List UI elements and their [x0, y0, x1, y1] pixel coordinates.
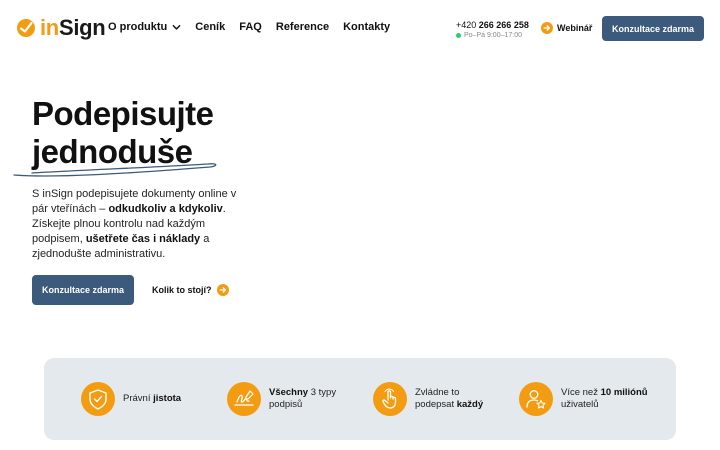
feature-anyone-can-sign: Zvládne to podepsat každý [373, 382, 493, 416]
contact-info: +420 266 266 258 Po–Pá 9:00–17:00 [456, 20, 529, 39]
feature-text: Všechny 3 typy podpisů [269, 386, 337, 411]
site-header: inSign O produktu Ceník FAQ Reference Ko… [0, 0, 720, 58]
logo-text: inSign [40, 15, 106, 40]
hero-consultation-button[interactable]: Konzultace zdarma [32, 275, 134, 305]
features-strip: Právní jistota Všechny 3 typy podpisů Zv… [44, 358, 676, 440]
nav-item-faq[interactable]: FAQ [239, 21, 262, 33]
user-star-icon [519, 382, 553, 416]
insign-logo[interactable]: inSign [16, 14, 106, 42]
logo-check-icon [17, 19, 35, 37]
nav-item-reference[interactable]: Reference [276, 21, 329, 33]
nav-item-o-produktu[interactable]: O produktu [108, 21, 181, 33]
feature-signature-types: Všechny 3 typy podpisů [227, 382, 347, 416]
hero-underline-swoosh [13, 163, 217, 177]
phone-number[interactable]: +420 266 266 258 [456, 20, 529, 30]
shield-check-icon [81, 382, 115, 416]
feature-ten-million-users: Více než 10 miliónů uživatelů [519, 382, 649, 416]
arrow-right-circle-icon [216, 284, 229, 296]
feature-text: Více než 10 miliónů uživatelů [561, 386, 648, 411]
feature-text: Právní jistota [123, 392, 182, 404]
chevron-down-icon [172, 24, 181, 30]
hand-pointer-icon [373, 382, 407, 416]
hero-description: S inSign podepisujete dokumenty online v… [32, 188, 237, 260]
feature-legal-certainty: Právní jistota [81, 382, 181, 416]
nav-item-cenik[interactable]: Ceník [195, 21, 225, 33]
arrow-right-circle-icon [541, 22, 553, 34]
signature-icon [227, 382, 261, 416]
nav-item-kontakty[interactable]: Kontakty [343, 21, 390, 33]
opening-hours: Po–Pá 9:00–17:00 [456, 32, 529, 39]
pricing-link[interactable]: Kolik to stojí? [152, 284, 229, 296]
webinar-link[interactable]: Webinář [541, 22, 592, 34]
header-consultation-button[interactable]: Konzultace zdarma [602, 16, 704, 41]
feature-text: Zvládne to podepsat každý [415, 386, 484, 411]
main-nav: O produktu Ceník FAQ Reference Kontakty [108, 21, 390, 33]
status-dot [456, 33, 461, 38]
